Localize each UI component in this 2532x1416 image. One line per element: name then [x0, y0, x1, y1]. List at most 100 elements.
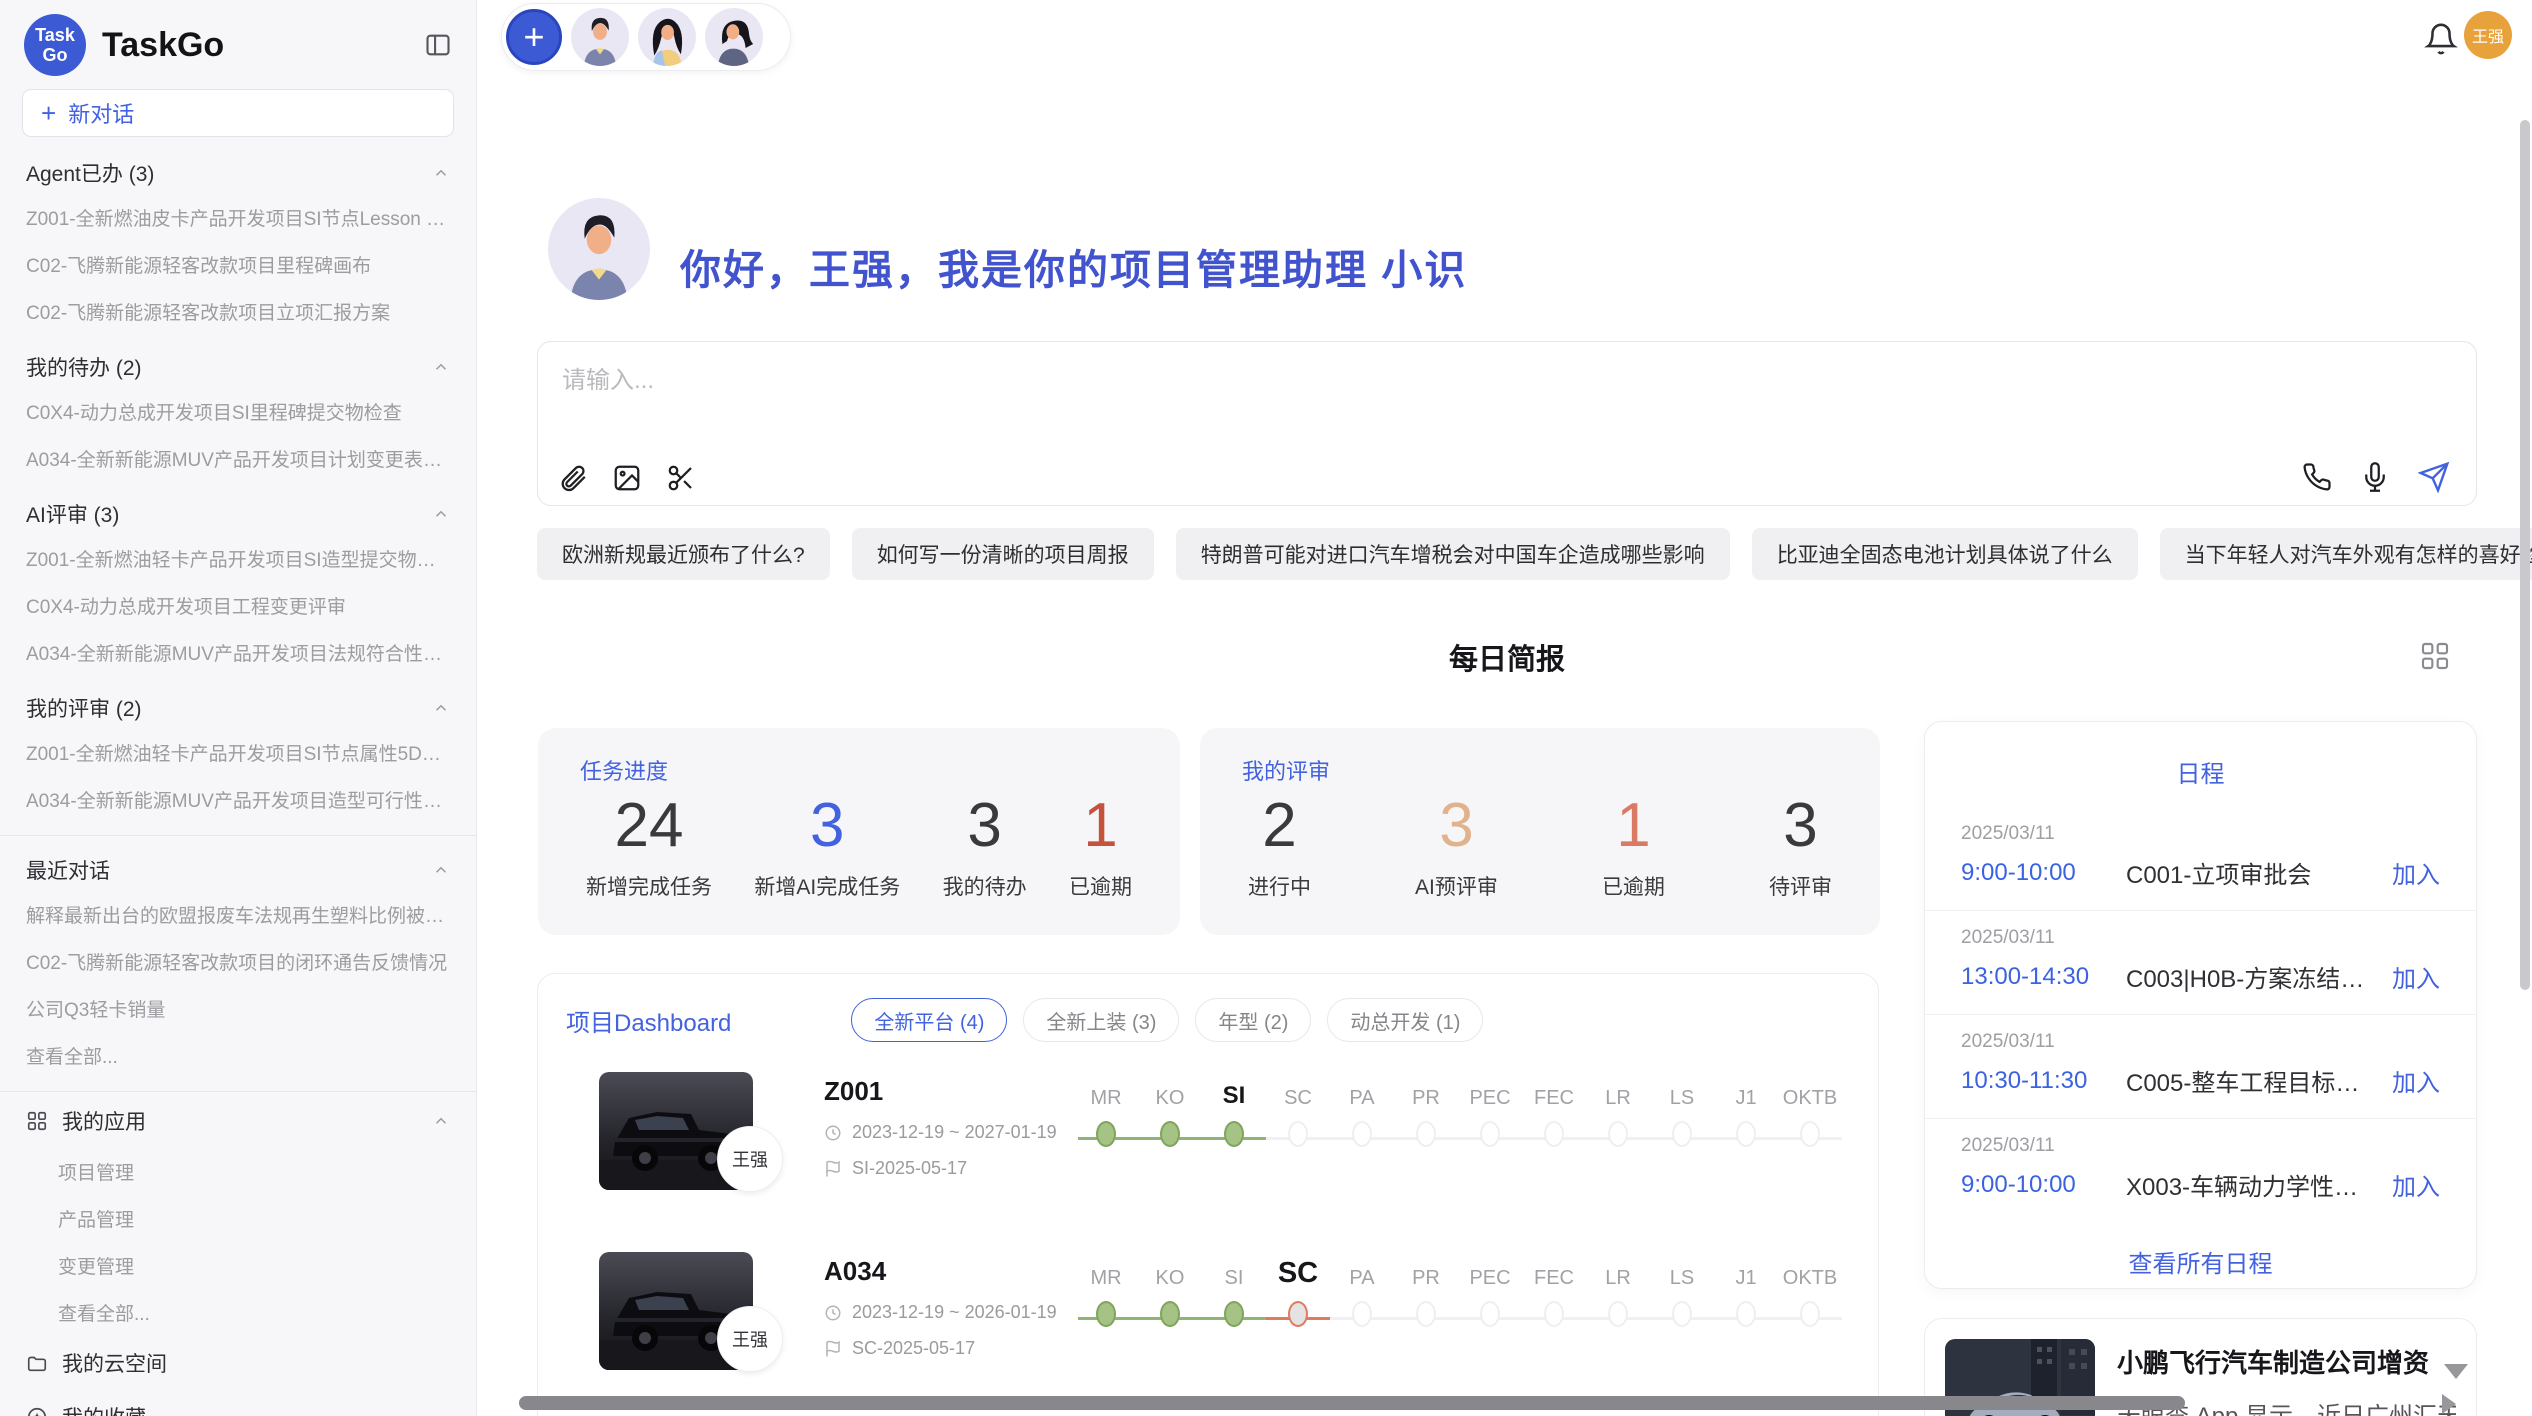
- attachment-icon[interactable]: [558, 463, 588, 493]
- view-all-schedule-link[interactable]: 查看所有日程: [1925, 1244, 2476, 1279]
- suggestion-chip[interactable]: 比亚迪全固态电池计划具体说了什么: [1752, 528, 2138, 580]
- suggestion-chip[interactable]: 如何写一份清晰的项目周报: [852, 528, 1154, 580]
- milestone: LS: [1650, 1074, 1714, 1147]
- join-link[interactable]: 加入: [2392, 855, 2440, 890]
- scissors-icon[interactable]: [666, 463, 696, 493]
- sidebar-item[interactable]: C0X4-动力总成开发项目工程变更评审: [0, 582, 476, 629]
- logo-line1: Task: [35, 25, 75, 45]
- horizontal-scrollbar[interactable]: [519, 1396, 2185, 1410]
- event-time: 9:00-10:00: [1961, 859, 2126, 887]
- sidebar-item[interactable]: Z001-全新燃油轻卡产品开发项目SI造型提交物评审: [0, 535, 476, 582]
- event-name: C005-整车工程目标评审: [2126, 1063, 2376, 1098]
- send-icon[interactable]: [2418, 461, 2450, 493]
- sidebar-item-view-all[interactable]: 查看全部...: [0, 1032, 476, 1079]
- microphone-icon[interactable]: [2360, 462, 2390, 492]
- sidebar-item[interactable]: A034-全新新能源MUV产品开发项目计划变更表编写: [0, 435, 476, 482]
- agent-avatar-3[interactable]: [705, 8, 763, 66]
- scroll-right-arrow[interactable]: [2442, 1394, 2456, 1414]
- phone-icon[interactable]: [2302, 462, 2332, 492]
- vertical-scrollbar[interactable]: [2520, 120, 2530, 990]
- suggestion-chip[interactable]: 特朗普可能对进口汽车增税会对中国车企造成哪些影响: [1176, 528, 1730, 580]
- filter-chip-model-year[interactable]: 年型 (2): [1195, 998, 1311, 1042]
- app-logo: Task Go: [24, 14, 86, 76]
- sidebar-subitem-change-mgmt[interactable]: 变更管理: [0, 1242, 476, 1289]
- group-header-ai-review[interactable]: AI评审 (3): [0, 482, 476, 535]
- schedule-item: 2025/03/11 13:00-14:30 C003|H0B-方案冻结评审 加…: [1925, 911, 2476, 1015]
- schedule-item: 2025/03/11 9:00-10:00 X003-车辆动力学性能验... 加…: [1925, 1119, 2476, 1222]
- milestone-dot: [1672, 1301, 1692, 1327]
- stat-new-ai-done: 3新增AI完成任务: [754, 790, 900, 901]
- chevron-up-icon[interactable]: [432, 505, 450, 523]
- milestone-dot: [1736, 1301, 1756, 1327]
- milestone: LR: [1586, 1074, 1650, 1147]
- sidebar-item[interactable]: C0X4-动力总成开发项目SI里程碑提交物检查: [0, 388, 476, 435]
- sidebar-item[interactable]: Z001-全新燃油皮卡产品开发项目SI节点Lesson Learn报告: [0, 194, 476, 241]
- notification-bell-icon[interactable]: [2424, 22, 2458, 56]
- schedule-title: 日程: [1925, 754, 2476, 789]
- user-avatar[interactable]: 王强: [2464, 11, 2512, 59]
- suggestion-chip[interactable]: 当下年轻人对汽车外观有怎样的喜好趋势: [2160, 528, 2532, 580]
- chevron-up-icon[interactable]: [432, 358, 450, 376]
- sidebar-item[interactable]: 解释最新出台的欧盟报废车法规再生塑料比例被调至15%...: [0, 891, 476, 938]
- milestone-dot: [1672, 1121, 1692, 1147]
- join-link[interactable]: 加入: [2392, 959, 2440, 994]
- sidebar-item[interactable]: Z001-全新燃油轻卡产品开发项目SI节点属性5D文件评审: [0, 729, 476, 776]
- group-header-my-todo[interactable]: 我的待办 (2): [0, 335, 476, 388]
- milestone-dot: [1352, 1121, 1372, 1147]
- join-link[interactable]: 加入: [2392, 1167, 2440, 1202]
- sidebar-subitem-product-mgmt[interactable]: 产品管理: [0, 1195, 476, 1242]
- chat-input[interactable]: [560, 358, 1764, 404]
- sidebar-item[interactable]: C02-飞腾新能源轻客改款项目的闭环通告反馈情况: [0, 938, 476, 985]
- task-progress-card: 任务进度 24新增完成任务 3新增AI完成任务 3我的待办 1已逾期: [538, 728, 1180, 935]
- suggestion-chip[interactable]: 欧洲新规最近颁布了什么?: [537, 528, 830, 580]
- milestone-dot: [1160, 1121, 1180, 1147]
- sidebar-item-my-apps[interactable]: 我的应用: [0, 1094, 476, 1148]
- filter-chip-new-platform[interactable]: 全新平台 (4): [851, 998, 1007, 1042]
- group-header-recent-chats[interactable]: 最近对话: [0, 838, 476, 891]
- join-link[interactable]: 加入: [2392, 1063, 2440, 1098]
- dashboard-header: 项目Dashboard 全新平台 (4) 全新上装 (3) 年型 (2) 动总开…: [566, 998, 1850, 1042]
- chevron-up-icon[interactable]: [432, 699, 450, 717]
- suggestion-chips: 欧洲新规最近颁布了什么? 如何写一份清晰的项目周报 特朗普可能对进口汽车增税会对…: [537, 528, 2487, 580]
- sidebar-item[interactable]: 公司Q3轻卡销量: [0, 985, 476, 1032]
- milestone: KO: [1138, 1254, 1202, 1327]
- sidebar-collapse-icon[interactable]: [424, 31, 452, 59]
- event-name: C001-立项审批会: [2126, 855, 2376, 890]
- sidebar-item[interactable]: A034-全新新能源MUV产品开发项目法规符合性评审: [0, 629, 476, 676]
- agent-avatar-1[interactable]: [571, 8, 629, 66]
- new-chat-label: 新对话: [68, 97, 134, 129]
- stat-overdue: 1已逾期: [1069, 790, 1132, 901]
- taskgo-app: Task Go TaskGo + 新对话 Agent已办 (3) Z001-全新…: [0, 0, 2532, 1416]
- sidebar-item[interactable]: A034-全新新能源MUV产品开发项目造型可行性评审: [0, 776, 476, 823]
- sidebar-subitem-view-all[interactable]: 查看全部...: [0, 1289, 476, 1336]
- sidebar-item-cloud-space[interactable]: 我的云空间: [0, 1336, 476, 1390]
- chevron-up-icon[interactable]: [432, 164, 450, 182]
- scroll-down-arrow[interactable]: [2444, 1364, 2468, 1379]
- milestone-dot: [1288, 1121, 1308, 1147]
- sidebar-subitem-project-mgmt[interactable]: 项目管理: [0, 1148, 476, 1195]
- milestone-dot: [1416, 1301, 1436, 1327]
- sidebar-item[interactable]: C02-飞腾新能源轻客改款项目里程碑画布: [0, 241, 476, 288]
- clock-icon: [824, 1124, 842, 1142]
- sidebar-item-favorites[interactable]: 我的收藏: [0, 1390, 476, 1416]
- add-agent-button[interactable]: +: [506, 9, 562, 65]
- image-icon[interactable]: [612, 463, 642, 493]
- milestone-dot: [1608, 1301, 1628, 1327]
- filter-chip-new-body[interactable]: 全新上装 (3): [1023, 998, 1179, 1042]
- milestone: OKTB: [1778, 1074, 1842, 1147]
- agent-avatar-2[interactable]: [638, 8, 696, 66]
- new-chat-button[interactable]: + 新对话: [22, 89, 454, 137]
- chevron-up-icon[interactable]: [432, 861, 450, 879]
- project-media: 王强: [599, 1072, 824, 1222]
- schedule-card: 日程 2025/03/11 9:00-10:00 C001-立项审批会 加入 2…: [1924, 721, 2477, 1289]
- project-info: Z001 2023-12-19 ~ 2027-01-19 SI-2025-05-…: [824, 1072, 1074, 1222]
- sidebar-item[interactable]: C02-飞腾新能源轻客改款项目立项汇报方案: [0, 288, 476, 335]
- chevron-up-icon[interactable]: [432, 1112, 450, 1130]
- milestone-dot: [1544, 1121, 1564, 1147]
- group-header-agent-done[interactable]: Agent已办 (3): [0, 141, 476, 194]
- filter-chip-powertrain[interactable]: 动总开发 (1): [1327, 998, 1483, 1042]
- group-header-my-review[interactable]: 我的评审 (2): [0, 676, 476, 729]
- layout-grid-icon[interactable]: [2419, 640, 2451, 672]
- project-row[interactable]: 王强 A034 2023-12-19 ~ 2026-01-19 SC-2025-…: [599, 1252, 1850, 1402]
- project-row[interactable]: 王强 Z001 2023-12-19 ~ 2027-01-19 SI-2025-…: [599, 1072, 1850, 1222]
